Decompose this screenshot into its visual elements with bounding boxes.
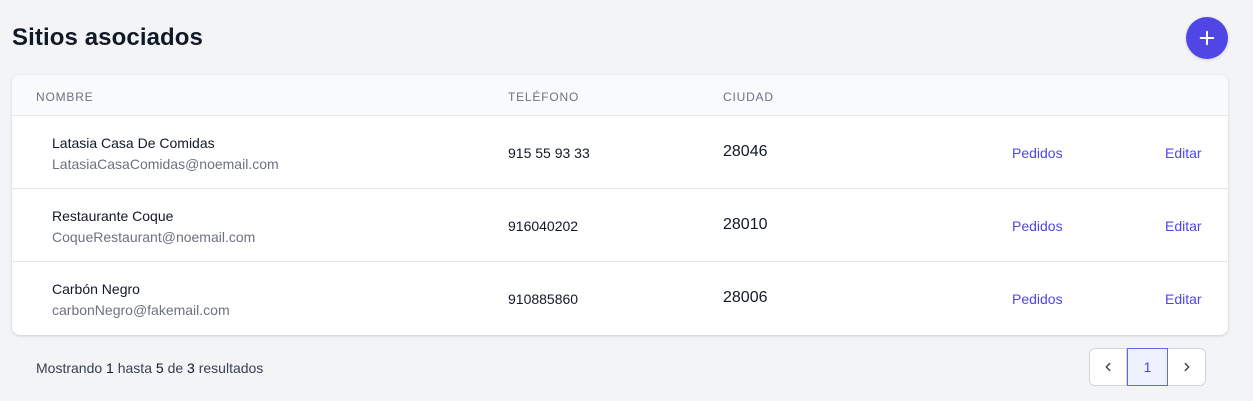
column-header-telefono: Teléfono — [508, 90, 580, 104]
site-email: LatasiaCasaComidas@noemail.com — [52, 156, 279, 172]
results-from: 1 — [106, 360, 114, 376]
edit-link[interactable]: Editar — [1165, 218, 1202, 234]
orders-link[interactable]: Pedidos — [1012, 291, 1063, 307]
previous-page-button[interactable] — [1090, 349, 1127, 385]
orders-link[interactable]: Pedidos — [1012, 145, 1063, 161]
site-name: Restaurante Coque — [52, 208, 174, 224]
add-site-button[interactable] — [1186, 17, 1228, 59]
site-email: carbonNegro@fakemail.com — [52, 302, 230, 318]
chevron-right-icon — [1184, 362, 1189, 372]
page-button-current[interactable]: 1 — [1127, 348, 1168, 386]
results-total: 3 — [187, 360, 195, 376]
results-to: 5 — [155, 360, 164, 376]
column-header-ciudad: Ciudad — [723, 90, 774, 104]
page: Sitios asociados Nombre Teléfono Ciudad … — [0, 0, 1253, 401]
edit-link[interactable]: Editar — [1165, 291, 1202, 307]
sites-table: Nombre Teléfono Ciudad Latasia Casa De C… — [12, 75, 1228, 335]
next-page-button[interactable] — [1168, 349, 1205, 385]
page-title: Sitios asociados — [12, 24, 203, 51]
column-header-nombre: Nombre — [36, 90, 94, 104]
site-city: 28006 — [723, 289, 768, 306]
edit-link[interactable]: Editar — [1165, 145, 1202, 161]
results-to-word: hasta — [117, 360, 152, 376]
table-row: Carbón Negro carbonNegro@fakemail.com 91… — [12, 262, 1228, 335]
site-name: Latasia Casa De Comidas — [52, 135, 215, 151]
site-city: 28010 — [723, 216, 768, 233]
site-name: Carbón Negro — [52, 281, 140, 297]
site-city: 28046 — [723, 143, 768, 160]
site-email: CoqueRestaurant@noemail.com — [52, 229, 256, 245]
results-suffix: resultados — [198, 360, 264, 376]
results-prefix: Mostrando — [36, 360, 103, 376]
orders-link[interactable]: Pedidos — [1012, 218, 1063, 234]
table-row: Latasia Casa De Comidas LatasiaCasaComid… — [12, 116, 1228, 189]
results-summary: Mostrando 1 hasta 5 de 3 resultados — [36, 360, 263, 376]
site-phone: 910885860 — [508, 291, 579, 307]
site-phone: 916040202 — [508, 218, 579, 234]
table-row: Restaurante Coque CoqueRestaurant@noemai… — [12, 189, 1228, 262]
results-of-word: de — [167, 360, 184, 376]
table-header: Nombre Teléfono Ciudad — [12, 75, 1228, 116]
pagination: 1 — [1089, 348, 1206, 386]
plus-icon — [1199, 30, 1215, 46]
chevron-left-icon — [1105, 362, 1111, 372]
site-phone: 915 55 93 33 — [508, 145, 590, 161]
